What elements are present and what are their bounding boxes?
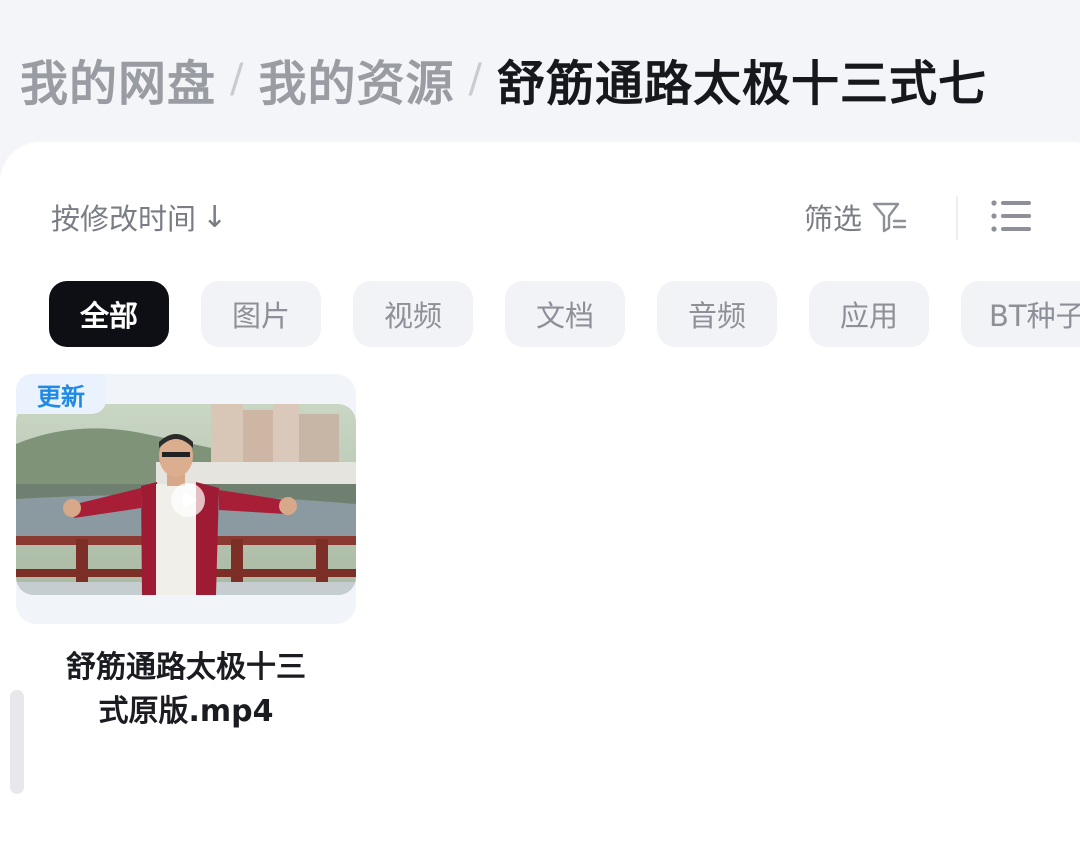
update-badge: 更新: [16, 374, 106, 414]
file-name[interactable]: 舒筋通路太极十三 式原版.mp4: [30, 646, 342, 734]
tab-bt-torrents[interactable]: BT种子: [961, 281, 1080, 347]
breadcrumb-current-folder: 舒筋通路太极十三式七: [497, 56, 988, 112]
file-name-line-2: 式原版.mp4: [98, 694, 274, 729]
video-thumbnail[interactable]: [16, 404, 356, 595]
tab-apps[interactable]: 应用: [809, 281, 929, 347]
tab-documents[interactable]: 文档: [505, 281, 625, 347]
tab-videos[interactable]: 视频: [353, 281, 473, 347]
toolbar-divider: [956, 196, 958, 240]
tab-all[interactable]: 全部: [49, 281, 169, 347]
filter-label: 筛选: [804, 202, 863, 236]
list-view-icon[interactable]: [990, 198, 1032, 234]
sort-direction-icon: ↓: [202, 199, 228, 235]
file-name-line-1: 舒筋通路太极十三: [66, 650, 306, 685]
breadcrumb-separator: /: [230, 56, 245, 102]
breadcrumb: 我的网盘 / 我的资源 / 舒筋通路太极十三式七: [20, 44, 987, 114]
filter-button[interactable]: 筛选: [804, 196, 908, 238]
sort-button[interactable]: 按修改时间 ↓: [51, 196, 227, 238]
scrollbar-thumb[interactable]: [10, 690, 24, 794]
sort-label: 按修改时间: [51, 202, 197, 236]
tab-audio[interactable]: 音频: [657, 281, 777, 347]
breadcrumb-separator: /: [468, 56, 483, 102]
filter-icon: [872, 202, 907, 233]
category-tabs: 全部 图片 视频 文档 音频 应用 BT种子: [49, 281, 1080, 347]
tab-images[interactable]: 图片: [201, 281, 321, 347]
breadcrumb-my-drive[interactable]: 我的网盘: [20, 44, 216, 114]
breadcrumb-my-resources[interactable]: 我的资源: [259, 44, 455, 114]
